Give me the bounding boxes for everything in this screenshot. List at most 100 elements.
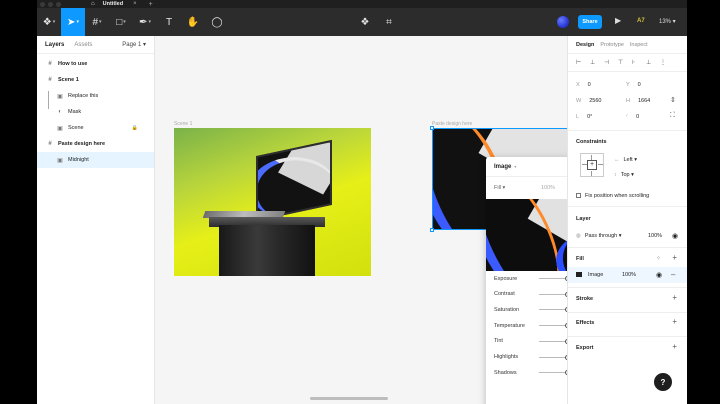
layer-opacity[interactable]: 100% <box>648 233 662 239</box>
adjustment-slider[interactable] <box>539 354 567 360</box>
stroke-title: Stroke <box>576 296 594 302</box>
maximize-window-dot[interactable] <box>56 1 61 7</box>
accessibility-badge[interactable]: A7 <box>637 18 645 24</box>
right-panel-tabs: Design Prototype Inspect <box>568 36 687 54</box>
home-icon[interactable]: ⌂ <box>91 1 95 7</box>
align-right-icon[interactable]: ⊣ <box>604 59 618 66</box>
layer-replace-this[interactable]: ▣ Replace this <box>37 88 154 104</box>
corner-radius-field[interactable]: ◜ 0 <box>626 114 639 120</box>
minimize-window-dot[interactable] <box>48 1 53 7</box>
mask-icon: ◐ <box>58 109 62 115</box>
text-tool-button[interactable]: T <box>157 8 181 36</box>
align-bottom-icon[interactable]: ⊥ <box>646 59 660 66</box>
components-button[interactable]: ❖ <box>353 8 377 36</box>
close-tab-icon[interactable]: × <box>133 1 137 7</box>
image-icon: ▣ <box>57 157 63 164</box>
fill-opacity[interactable]: 100% <box>622 272 636 278</box>
resize-handle[interactable] <box>430 228 434 232</box>
layer-mask[interactable]: ◐ Mask <box>37 104 154 120</box>
popup-title[interactable]: Image <box>494 164 511 170</box>
adjustment-slider[interactable] <box>539 370 567 376</box>
height-field[interactable]: H 1664 <box>626 98 650 104</box>
close-window-dot[interactable] <box>40 1 45 7</box>
zoom-level[interactable]: 13% ▾ <box>659 18 676 25</box>
tab-inspect[interactable]: Inspect <box>630 42 648 48</box>
align-center-h-icon[interactable]: ⊥ <box>590 59 604 66</box>
crop-button[interactable]: ⌗ <box>377 8 401 36</box>
eye-icon[interactable]: ◉ <box>672 232 678 240</box>
fix-position-checkbox[interactable]: Fix position when scrolling <box>576 193 649 199</box>
remove-fill-icon[interactable]: – <box>671 270 675 279</box>
layer-label: Midnight <box>68 157 89 163</box>
figma-logo-icon: ❖ <box>42 16 52 28</box>
hand-tool-button[interactable]: ✋ <box>181 8 205 36</box>
independent-corners-icon[interactable]: ⛶ <box>670 112 675 120</box>
frame-tool-button[interactable]: # ▾ <box>85 8 109 36</box>
align-top-icon[interactable]: ⊤ <box>618 59 632 66</box>
styles-icon[interactable]: ⁘ <box>656 255 661 262</box>
page-selector[interactable]: Page 1 ▾ <box>122 41 146 48</box>
adjustment-slider[interactable] <box>539 291 567 297</box>
chevron-down-icon[interactable]: ▾ <box>514 164 516 169</box>
add-stroke-icon[interactable]: + <box>672 293 677 302</box>
file-tab-title[interactable]: Untitled <box>103 1 123 7</box>
layer-scene-1[interactable]: # Scene 1 <box>37 72 154 88</box>
align-left-icon[interactable]: ⊢ <box>576 59 590 66</box>
adjustment-row: Shadows <box>486 365 567 380</box>
hand-icon: ✋ <box>186 16 200 28</box>
x-field[interactable]: X0 <box>576 82 591 88</box>
tab-prototype[interactable]: Prototype <box>600 42 624 48</box>
frame-label-scene-1[interactable]: Scene 1 <box>174 121 192 127</box>
horizontal-constraint-select[interactable]: ↔ Left ▾ <box>614 157 637 163</box>
w-value: 2560 <box>589 98 602 104</box>
layer-scene[interactable]: ▣ Scene 🔒 <box>37 120 154 136</box>
adjustment-slider[interactable] <box>539 338 567 344</box>
rotation-field[interactable]: L 0° <box>576 114 592 120</box>
add-export-icon[interactable]: + <box>672 342 677 351</box>
user-avatar[interactable] <box>557 16 569 28</box>
new-tab-icon[interactable]: + <box>149 1 153 8</box>
adjustment-row: Contrast <box>486 287 567 302</box>
layer-midnight[interactable]: ▣ Midnight <box>37 152 154 168</box>
shape-tool-button[interactable]: □ ▾ <box>109 8 133 36</box>
canvas[interactable]: Scene 1 Paste design here Image ▾ ↻ ✕ Fi… <box>155 36 567 404</box>
width-field[interactable]: W 2560 <box>576 98 601 104</box>
comment-tool-button[interactable]: ◯ <box>205 8 229 36</box>
adjustment-slider[interactable] <box>539 276 567 281</box>
constraints-widget[interactable]: + <box>580 153 604 177</box>
adjustment-slider[interactable] <box>539 307 567 313</box>
pen-tool-button[interactable]: ✒ ▾ <box>133 8 157 36</box>
adjustment-slider[interactable] <box>539 323 567 329</box>
add-fill-icon[interactable]: + <box>672 253 677 262</box>
scene-frame-image[interactable] <box>174 128 371 276</box>
help-button[interactable]: ? <box>654 373 672 391</box>
fill-mode-select[interactable]: Fill ▾ <box>494 185 505 191</box>
divider <box>568 287 687 288</box>
present-play-icon[interactable]: ▶ <box>615 16 621 25</box>
tab-design[interactable]: Design <box>576 42 594 48</box>
fill-eye-icon[interactable]: ◉ <box>656 271 662 279</box>
mask-group-line <box>48 91 49 109</box>
main-menu-button[interactable]: ❖ ▾ <box>37 8 61 36</box>
move-tool-button[interactable]: ➤ ▾ <box>61 8 85 36</box>
resize-handle[interactable] <box>430 126 434 130</box>
tab-layers[interactable]: Layers <box>45 42 64 48</box>
distribute-icon[interactable]: ⋮ <box>660 59 674 66</box>
lock-icon[interactable]: 🔒 <box>132 125 138 131</box>
blend-mode-select[interactable]: ◍ Pass through ▾ <box>576 233 622 239</box>
constrain-proportions-icon[interactable]: ⇕ <box>670 96 676 104</box>
horizontal-scrollbar[interactable] <box>310 397 388 400</box>
image-opacity[interactable]: 100% <box>541 185 555 191</box>
fill-type[interactable]: Image <box>576 272 603 278</box>
frame-label-paste-design[interactable]: Paste design here <box>432 121 472 127</box>
tab-assets[interactable]: Assets <box>74 42 92 48</box>
y-field[interactable]: Y0 <box>626 82 641 88</box>
popup-header: Image ▾ ↻ ✕ <box>486 157 567 177</box>
add-effect-icon[interactable]: + <box>672 317 677 326</box>
share-button[interactable]: Share <box>578 15 602 29</box>
vertical-constraint-select[interactable]: ↕ Top ▾ <box>614 172 634 178</box>
align-center-v-icon[interactable]: ⊦ <box>632 59 646 66</box>
layer-how-to-use[interactable]: # How to use <box>37 56 154 72</box>
image-preview[interactable] <box>486 199 567 271</box>
layer-paste-design-here[interactable]: # Paste design here <box>37 136 154 152</box>
